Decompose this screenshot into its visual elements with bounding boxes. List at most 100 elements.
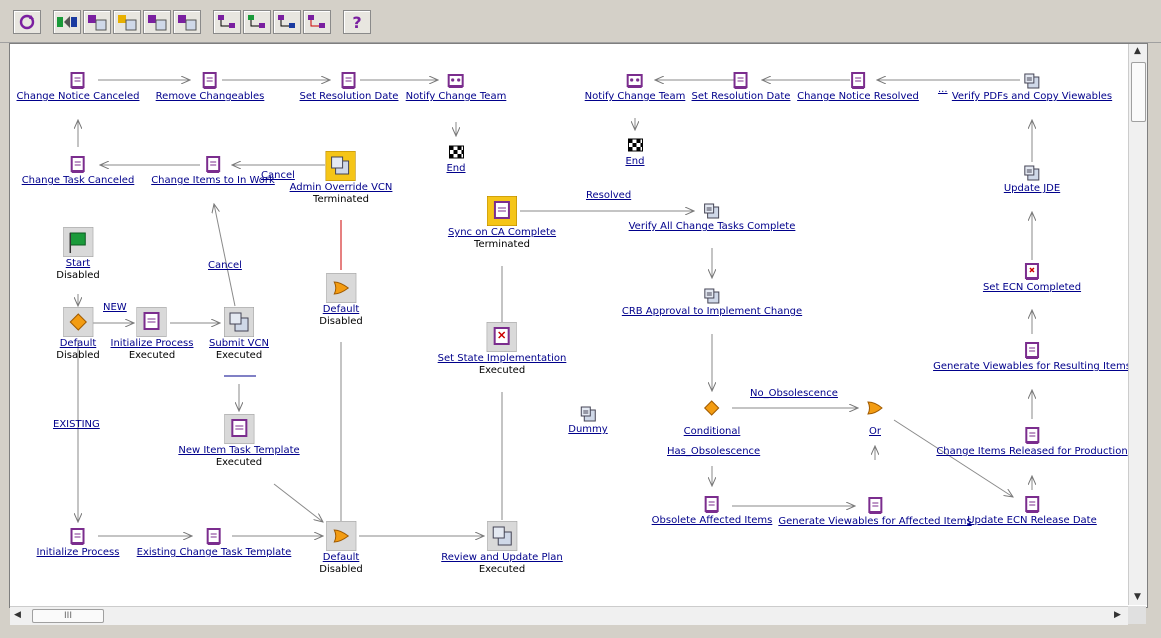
node-notify-change-team[interactable]: Notify Change Team xyxy=(406,72,507,103)
node-default[interactable]: Default Disabled xyxy=(319,521,363,576)
node-label[interactable]: Submit VCN xyxy=(209,337,269,350)
node-generate-viewables-affected[interactable]: Generate Viewables for Affected Items xyxy=(778,497,972,528)
node-label[interactable]: Existing Change Task Template xyxy=(137,546,292,559)
node-conditional[interactable]: Conditional xyxy=(684,399,741,438)
node-new-item-task-template[interactable]: New Item Task Template Executed xyxy=(178,414,300,469)
node-dummy[interactable]: Dummy xyxy=(568,405,608,436)
node-label[interactable]: Admin Override VCN xyxy=(290,181,393,194)
node-label[interactable]: Or xyxy=(866,425,884,438)
edge-label-has-obsolescence[interactable]: Has_Obsolescence xyxy=(667,446,760,457)
node-update-ecn-release-date[interactable]: Update ECN Release Date xyxy=(967,496,1097,527)
node-label[interactable]: Set Resolution Date xyxy=(692,90,791,103)
node-label[interactable]: End xyxy=(446,162,465,175)
vertical-scrollbar[interactable]: ▲ ▼ xyxy=(1128,44,1147,605)
horizontal-scrollbar[interactable]: ◀ III ▶ xyxy=(10,606,1128,625)
node-label[interactable]: Verify All Change Tasks Complete xyxy=(629,220,796,233)
node-label[interactable]: Dummy xyxy=(568,423,607,436)
node-label[interactable]: Generate Viewables for Resulting Items xyxy=(933,360,1131,373)
tool-7-button[interactable] xyxy=(213,10,241,34)
node-label[interactable]: Initialize Process xyxy=(37,546,120,559)
node-label[interactable]: Notify Change Team xyxy=(406,90,507,103)
node-label[interactable]: Sync on CA Complete xyxy=(448,226,556,239)
node-or[interactable]: Or xyxy=(866,399,884,438)
node-label[interactable]: Notify Change Team xyxy=(585,90,686,103)
edge-label-resolved[interactable]: Resolved xyxy=(586,190,631,201)
node-label[interactable]: Update JDE xyxy=(1004,182,1060,195)
node-label[interactable]: Change Notice Canceled xyxy=(17,90,140,103)
node-set-ecn-completed[interactable]: Set ECN Completed xyxy=(983,263,1081,294)
edge-label-cancel[interactable]: Cancel xyxy=(208,260,242,271)
node-verify-all-change-tasks[interactable]: Verify All Change Tasks Complete xyxy=(629,202,796,233)
vertical-scroll-thumb[interactable] xyxy=(1131,62,1146,122)
node-label[interactable]: Set Resolution Date xyxy=(300,90,399,103)
ellipsis-link[interactable]: ... xyxy=(938,84,948,95)
node-obsolete-affected-items[interactable]: Obsolete Affected Items xyxy=(652,496,773,527)
node-label[interactable]: Review and Update Plan xyxy=(441,551,563,564)
tool-10-button[interactable] xyxy=(303,10,331,34)
node-label[interactable]: Obsolete Affected Items xyxy=(652,514,773,527)
node-end[interactable]: End xyxy=(625,137,645,168)
edge-label-existing[interactable]: EXISTING xyxy=(53,419,100,430)
node-set-resolution-date[interactable]: Set Resolution Date xyxy=(692,72,791,103)
node-admin-override-vcn[interactable]: Admin Override VCN Terminated xyxy=(290,151,393,206)
edge-label-no-obsolescence[interactable]: No_Obsolescence xyxy=(750,388,838,399)
node-label[interactable]: New Item Task Template xyxy=(178,444,299,457)
node-start[interactable]: Start Disabled xyxy=(56,227,100,282)
node-default[interactable]: Default Disabled xyxy=(319,273,363,328)
scroll-right-icon[interactable]: ▶ xyxy=(1114,610,1121,620)
node-label[interactable]: Change Items to In Work xyxy=(151,174,275,187)
node-change-notice-canceled[interactable]: Change Notice Canceled xyxy=(17,72,140,103)
node-label[interactable]: Set ECN Completed xyxy=(983,281,1081,294)
node-label[interactable]: Set State Implementation xyxy=(438,352,567,365)
scroll-down-icon[interactable]: ▼ xyxy=(1134,592,1141,602)
tool-3-button[interactable] xyxy=(83,10,111,34)
node-sync-on-ca-complete[interactable]: Sync on CA Complete Terminated xyxy=(448,196,556,251)
node-label[interactable]: End xyxy=(625,155,644,168)
scroll-left-icon[interactable]: ◀ xyxy=(14,610,21,620)
node-verify-pdfs[interactable]: Verify PDFs and Copy Viewables xyxy=(952,72,1112,103)
node-label[interactable]: Start xyxy=(56,257,99,270)
node-label[interactable]: Change Items Released for Production xyxy=(936,445,1127,458)
tool-4-button[interactable] xyxy=(113,10,141,34)
node-default[interactable]: Default Disabled xyxy=(56,307,100,362)
node-update-jde[interactable]: Update JDE xyxy=(1004,164,1060,195)
node-initialize-process[interactable]: Initialize Process xyxy=(37,528,120,559)
node-label[interactable]: Update ECN Release Date xyxy=(967,514,1097,527)
node-set-resolution-date[interactable]: Set Resolution Date xyxy=(300,72,399,103)
node-label[interactable]: Verify PDFs and Copy Viewables xyxy=(952,90,1112,103)
help-button[interactable]: ? xyxy=(343,10,371,34)
node-end[interactable]: End xyxy=(446,144,466,175)
node-notify-change-team[interactable]: Notify Change Team xyxy=(585,72,686,103)
node-label[interactable]: Conditional xyxy=(684,425,741,438)
node-change-items-released[interactable]: Change Items Released for Production xyxy=(936,427,1128,458)
node-label[interactable]: CRB Approval to Implement Change xyxy=(622,305,802,318)
node-set-state-implementation[interactable]: Set State Implementation Executed xyxy=(438,322,567,377)
node-review-and-update-plan[interactable]: Review and Update Plan Executed xyxy=(441,521,563,576)
node-label[interactable]: Remove Changeables xyxy=(156,90,265,103)
node-label[interactable]: Default xyxy=(319,303,362,316)
node-crb-approval[interactable]: CRB Approval to Implement Change xyxy=(622,287,802,318)
node-label[interactable]: Default xyxy=(319,551,362,564)
node-label[interactable]: Change Notice Resolved xyxy=(797,90,919,103)
refresh-button[interactable] xyxy=(13,10,41,34)
node-label[interactable]: Initialize Process xyxy=(111,337,194,350)
node-existing-change-task-template[interactable]: Existing Change Task Template xyxy=(137,528,292,559)
node-submit-vcn[interactable]: Submit VCN Executed xyxy=(209,307,269,362)
tool-6-button[interactable] xyxy=(173,10,201,34)
node-label[interactable]: Generate Viewables for Affected Items xyxy=(778,515,971,528)
node-initialize-process[interactable]: Initialize Process Executed xyxy=(111,307,194,362)
node-label[interactable]: Change Task Canceled xyxy=(22,174,135,187)
node-change-items-to-in-work[interactable]: Change Items to In Work xyxy=(151,156,275,187)
horizontal-scroll-thumb[interactable]: III xyxy=(32,609,104,623)
node-generate-viewables-resulting[interactable]: Generate Viewables for Resulting Items xyxy=(933,342,1131,373)
scroll-up-icon[interactable]: ▲ xyxy=(1134,46,1141,56)
workflow-canvas[interactable]: Cancel Cancel NEW EXISTING Resolved No_O… xyxy=(9,43,1148,608)
tool-8-button[interactable] xyxy=(243,10,271,34)
tool-5-button[interactable] xyxy=(143,10,171,34)
tool-2-button[interactable] xyxy=(53,10,81,34)
node-label[interactable]: Default xyxy=(56,337,99,350)
node-change-notice-resolved[interactable]: Change Notice Resolved xyxy=(797,72,919,103)
node-change-task-canceled[interactable]: Change Task Canceled xyxy=(22,156,135,187)
node-remove-changeables[interactable]: Remove Changeables xyxy=(156,72,265,103)
tool-9-button[interactable] xyxy=(273,10,301,34)
